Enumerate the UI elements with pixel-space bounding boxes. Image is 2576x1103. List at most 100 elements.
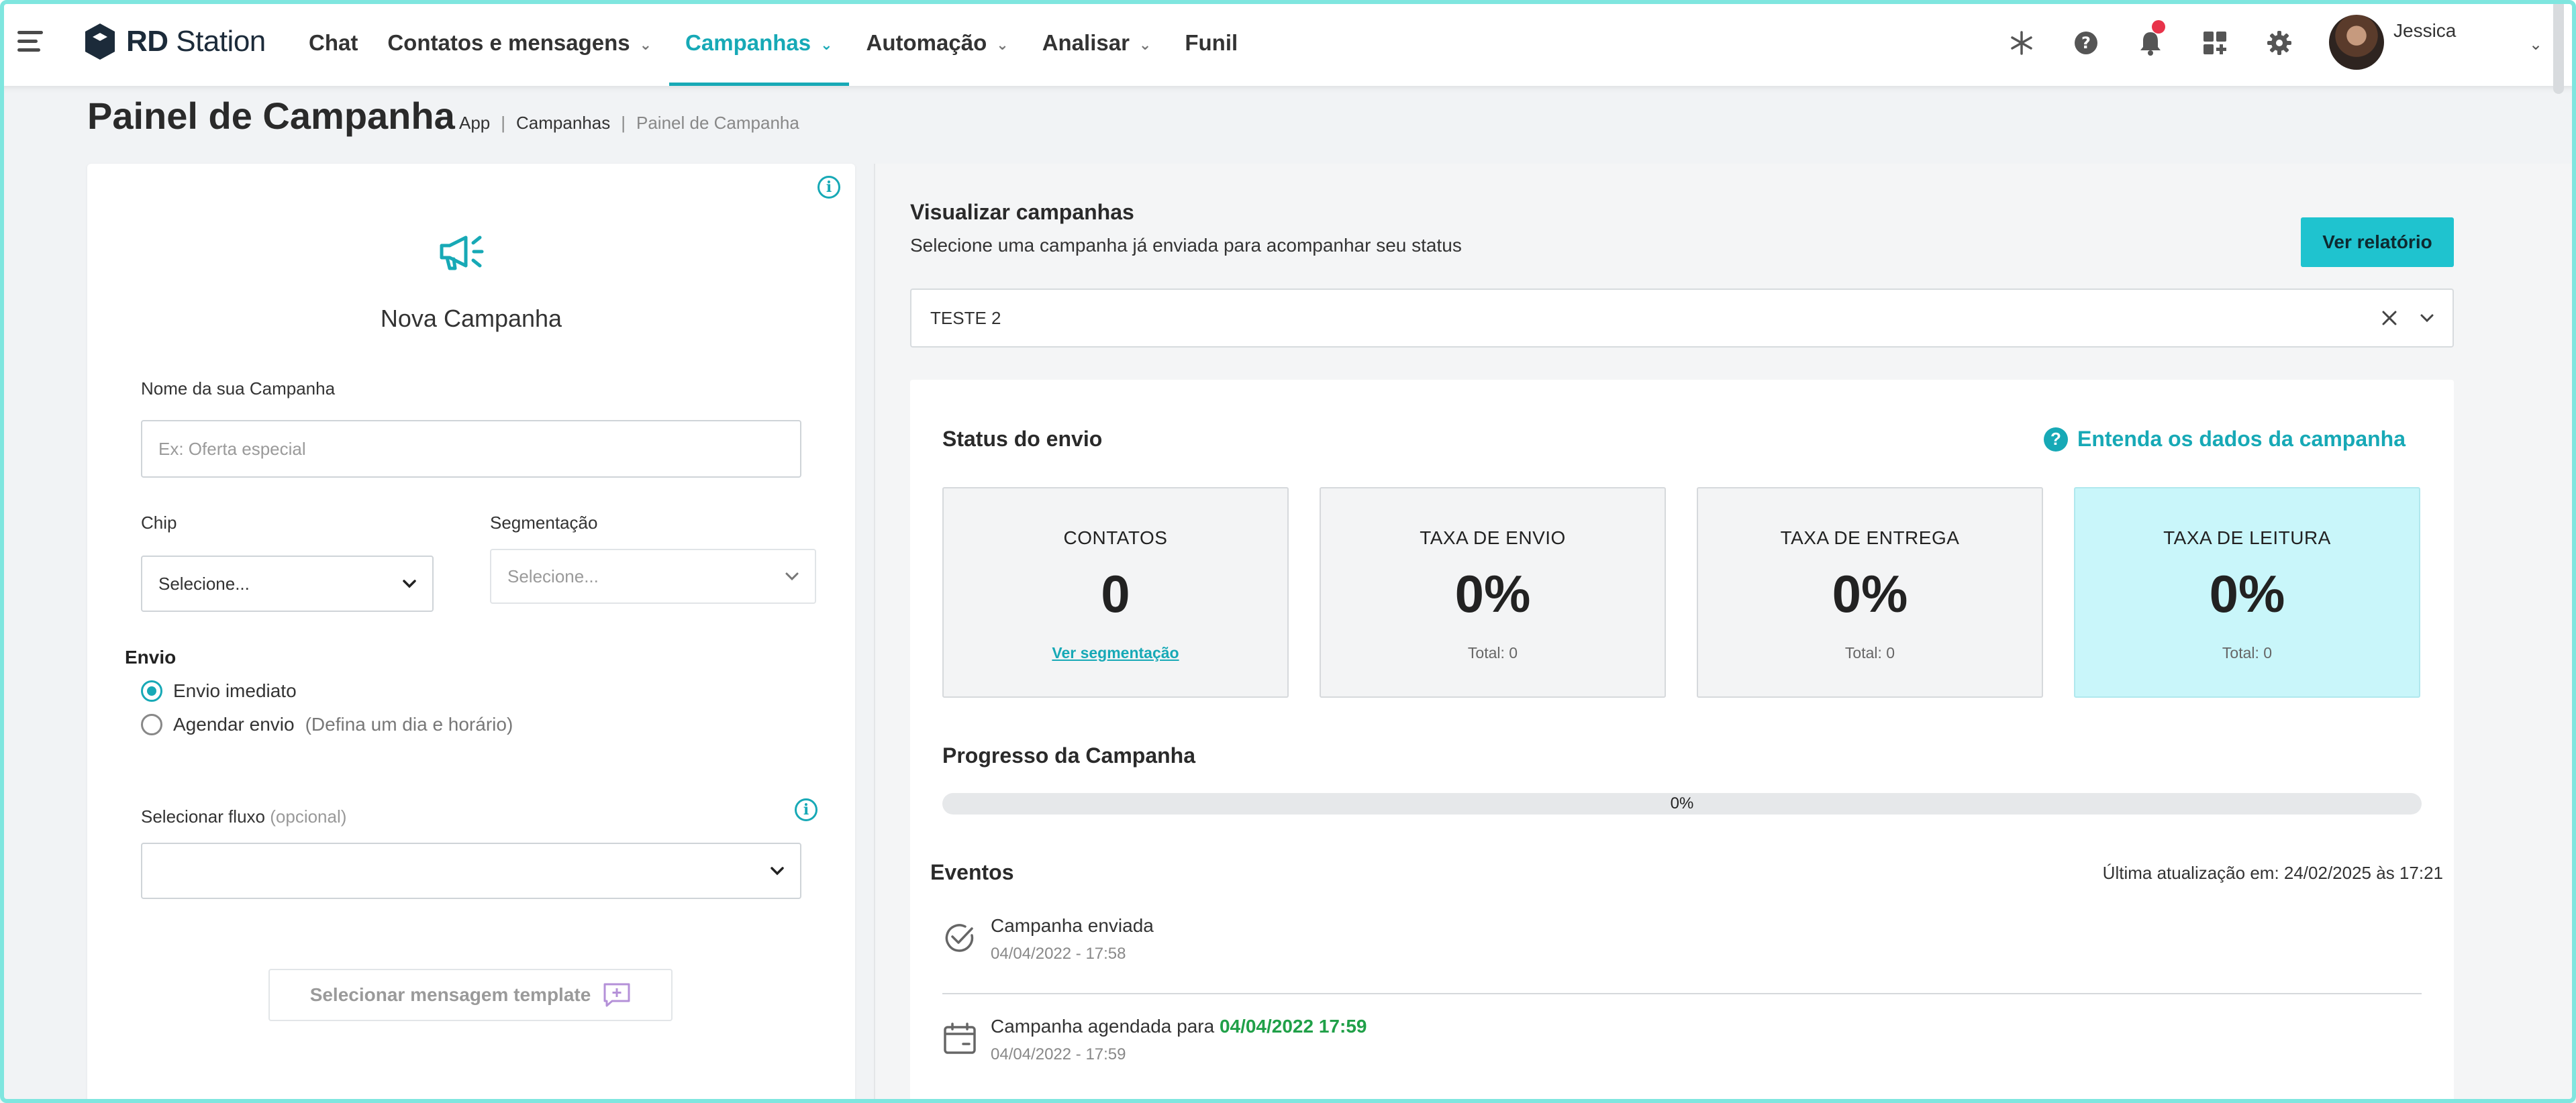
radio-send-immediate[interactable]: Envio imediato — [141, 680, 297, 702]
radio-button[interactable] — [141, 680, 162, 702]
chip-select[interactable]: Selecione... — [141, 556, 434, 612]
send-section-title: Envio — [125, 647, 177, 668]
close-icon[interactable] — [2380, 309, 2399, 327]
nav-item-label: Funil — [1185, 30, 1238, 55]
nav-item-label: Campanhas — [685, 30, 811, 55]
stat-value: 0 — [1101, 564, 1130, 623]
select-template-label: Selecionar mensagem template — [309, 984, 591, 1005]
event-divider — [942, 993, 2422, 994]
nav-item-label: Contatos e mensagens — [387, 30, 630, 55]
user-name[interactable]: Jessica — [2393, 20, 2456, 42]
stat-card-send-rate: TAXA DE ENVIO 0% Total: 0 — [1320, 487, 1666, 698]
bell-icon[interactable] — [2136, 20, 2165, 58]
hamburger-menu-icon[interactable] — [17, 31, 43, 52]
snowflake-icon[interactable] — [2007, 28, 2036, 58]
nav-item-campanhas[interactable]: Campanhas ⌄ — [669, 0, 848, 86]
scrollbar-thumb[interactable] — [2553, 0, 2564, 94]
gear-icon[interactable] — [2265, 28, 2294, 58]
stat-label: TAXA DE ENVIO — [1420, 527, 1566, 548]
nav-item-contatos-e-mensagens[interactable]: Contatos e mensagens ⌄ — [387, 0, 652, 86]
svg-text:?: ? — [2081, 34, 2091, 52]
stat-total: Total: 0 — [1844, 644, 1895, 662]
new-campaign-panel: i Nova Campanha Nome da sua Campanha Ex:… — [87, 164, 855, 1103]
select-template-button[interactable]: Selecionar mensagem template — [268, 969, 673, 1021]
view-report-button[interactable]: Ver relatório — [2301, 217, 2454, 267]
nav-item-label: Analisar — [1042, 30, 1130, 55]
chevron-down-icon: ⌄ — [639, 36, 652, 53]
avatar[interactable] — [2329, 15, 2384, 70]
campaign-name-input[interactable]: Ex: Oferta especial — [141, 420, 801, 478]
stat-label: CONTATOS — [1063, 527, 1168, 548]
event-text-main: Campanha agendada para — [991, 1016, 1220, 1037]
apps-add-icon[interactable] — [2200, 28, 2230, 58]
radio-schedule-send[interactable]: Agendar envio (Defina um dia e horário) — [141, 714, 513, 735]
megaphone-icon — [440, 235, 484, 270]
info-icon[interactable]: i — [818, 176, 840, 199]
logo-text: RD Station — [126, 25, 266, 58]
chevron-down-icon — [785, 572, 799, 581]
breadcrumb-campanhas[interactable]: Campanhas — [516, 113, 610, 134]
top-navigation-bar: RD Station Chat Contatos e mensagens ⌄ C… — [0, 0, 2576, 86]
stat-value: 0% — [1454, 564, 1531, 623]
segmentation-select-value: Selecione... — [507, 566, 599, 586]
flow-label: Selecionar fluxo (opcional) — [141, 806, 346, 827]
campaign-select-value: TESTE 2 — [930, 307, 1001, 328]
radio-label: Agendar envio — [173, 714, 295, 735]
campaign-name-placeholder: Ex: Oferta especial — [158, 438, 306, 459]
event-text: Campanha agendada para 04/04/2022 17:59 — [991, 1016, 1367, 1037]
breadcrumb-current: Painel de Campanha — [636, 113, 799, 133]
radio-button[interactable] — [141, 714, 162, 735]
chip-select-value: Selecione... — [158, 573, 250, 594]
breadcrumb-separator: | — [621, 113, 626, 133]
segmentation-select[interactable]: Selecione... — [490, 549, 816, 604]
chip-label: Chip — [141, 513, 177, 533]
message-add-icon — [603, 983, 630, 1007]
chevron-down-icon — [403, 580, 416, 588]
last-update-text: Última atualização em: 24/02/2025 às 17:… — [2102, 863, 2443, 883]
nav-item-funil[interactable]: Funil — [1185, 0, 1238, 86]
stat-total: Total: 0 — [1467, 644, 1518, 662]
breadcrumb-separator: | — [501, 113, 506, 133]
stat-card-read-rate: TAXA DE LEITURA 0% Total: 0 — [2074, 487, 2420, 698]
event-scheduled-datetime: 04/04/2022 17:59 — [1219, 1016, 1367, 1037]
help-icon[interactable]: ? — [2071, 28, 2101, 58]
main-nav: Chat Contatos e mensagens ⌄ Campanhas ⌄ … — [309, 0, 1238, 86]
chevron-down-icon: ⌄ — [1138, 36, 1152, 53]
nav-item-analisar[interactable]: Analisar ⌄ — [1042, 0, 1152, 86]
send-status-card: Status do envio ? Entenda os dados da ca… — [910, 380, 2454, 1103]
help-icon: ? — [2044, 427, 2068, 452]
campaign-select[interactable]: TESTE 2 — [910, 288, 2454, 348]
calendar-icon — [944, 1022, 976, 1054]
segmentation-label: Segmentação — [490, 513, 598, 533]
new-campaign-title: Nova Campanha — [380, 305, 562, 332]
chevron-down-icon: ⌄ — [996, 36, 1009, 53]
check-circle-icon — [945, 924, 974, 952]
nav-item-label: Chat — [309, 30, 358, 55]
chevron-down-icon[interactable] — [2418, 309, 2436, 327]
campaign-progress-bar: 0% — [942, 793, 2422, 815]
radio-label: Envio imediato — [173, 680, 297, 701]
view-segmentation-link[interactable]: Ver segmentação — [944, 644, 1287, 662]
understand-data-link[interactable]: ? Entenda os dados da campanha — [2044, 427, 2406, 452]
event-date: 04/04/2022 - 17:59 — [991, 1045, 1126, 1063]
stat-value: 0% — [1832, 564, 1908, 623]
stat-label: TAXA DE ENTREGA — [1780, 527, 1960, 548]
breadcrumb-app[interactable]: App — [459, 113, 490, 134]
stat-card-contacts: CONTATOS 0 Ver segmentação — [942, 487, 1289, 698]
notification-dot — [2152, 20, 2165, 34]
stat-card-delivery-rate: TAXA DE ENTREGA 0% Total: 0 — [1697, 487, 2043, 698]
nav-item-automacao[interactable]: Automação ⌄ — [866, 0, 1009, 86]
info-icon[interactable]: i — [795, 798, 818, 821]
radio-hint: (Defina um dia e horário) — [305, 714, 513, 735]
campaign-status-area: Visualizar campanhas Selecione uma campa… — [874, 164, 2572, 1103]
rd-station-logo[interactable]: RD Station — [83, 21, 266, 62]
stat-value: 0% — [2209, 564, 2285, 623]
chevron-down-icon — [771, 867, 784, 876]
nav-item-chat[interactable]: Chat — [309, 0, 358, 86]
campaign-progress-title: Progresso da Campanha — [942, 743, 1195, 768]
flow-label-text: Selecionar fluxo — [141, 806, 265, 827]
event-text: Campanha enviada — [991, 915, 1154, 936]
chevron-down-icon[interactable]: ⌄ — [2529, 35, 2542, 54]
send-status-title: Status do envio — [942, 427, 1103, 451]
flow-select[interactable] — [141, 843, 801, 899]
